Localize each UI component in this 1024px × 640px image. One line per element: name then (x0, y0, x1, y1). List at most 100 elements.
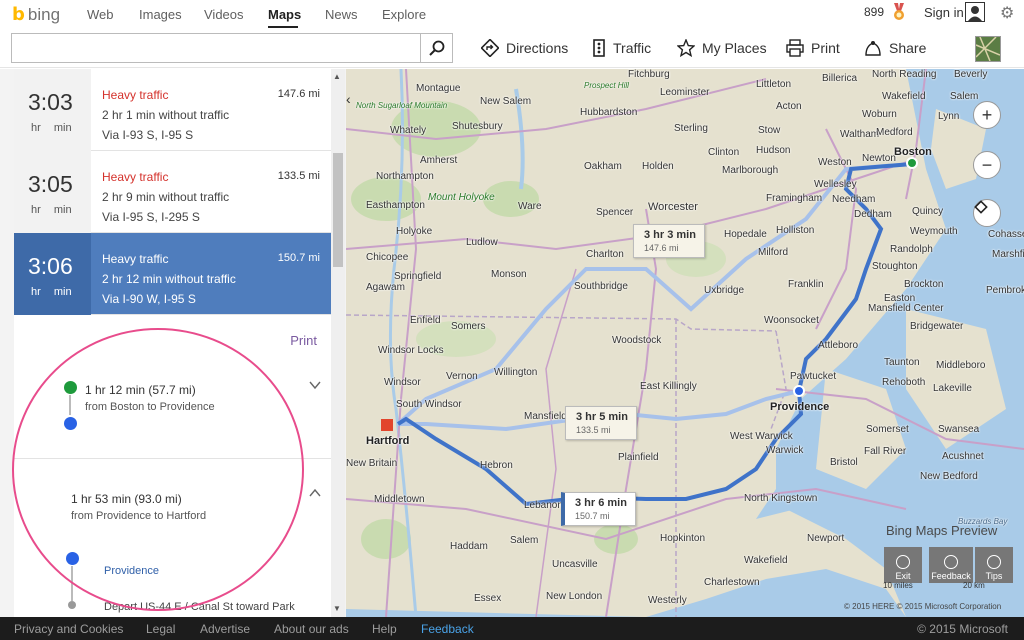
chevron-down-icon[interactable] (309, 379, 321, 391)
route-via: Via I-95 S, I-295 S (102, 210, 200, 224)
map-label: Plainfield (618, 452, 659, 463)
locate-me-button[interactable] (973, 199, 1001, 227)
map-label: Wellesley (814, 179, 857, 190)
map-label: Lebanon (524, 500, 563, 511)
start-map-marker-icon[interactable] (906, 157, 918, 169)
map-label: Easthampton (366, 200, 425, 211)
map-label: Randolph (890, 244, 933, 255)
traffic-status: Heavy traffic (102, 170, 169, 184)
nav-images[interactable]: Images (139, 7, 182, 22)
rewards-medal-icon[interactable] (892, 3, 906, 21)
nav-news[interactable]: News (325, 7, 358, 22)
tips-button[interactable]: Tips (975, 547, 1013, 583)
map-label: Amherst (420, 155, 458, 166)
map-label: Hebron (480, 460, 513, 471)
print-directions-link[interactable]: Print (290, 333, 317, 348)
print-button[interactable]: Print (786, 36, 840, 60)
map-label: Prospect Hill (584, 81, 629, 90)
panel-scrollbar-thumb[interactable] (333, 153, 343, 267)
map-label: New Salem (480, 96, 532, 107)
route-no-traffic-time: 2 hr 9 min without traffic (102, 190, 230, 204)
tips-icon (987, 555, 1001, 569)
footer-legal-link[interactable]: Legal (146, 622, 175, 636)
scroll-up-arrow-icon[interactable]: ▲ (333, 72, 341, 81)
footer-privacy-link[interactable]: Privacy and Cookies (14, 622, 123, 636)
route-via: Via I-90 W, I-95 S (102, 292, 196, 306)
search-input[interactable] (11, 33, 421, 63)
collapse-panel-arrow-icon[interactable]: ‹ (346, 91, 351, 107)
panel-scrollbar[interactable] (331, 69, 345, 617)
footer-advertise-link[interactable]: Advertise (200, 622, 250, 636)
traffic-label: Traffic (613, 40, 652, 56)
map-label: Woburn (862, 109, 897, 120)
sign-in-link[interactable]: Sign in (924, 5, 964, 20)
map-label: Enfield (410, 315, 441, 326)
chevron-up-icon[interactable] (309, 487, 321, 499)
gear-icon[interactable]: ⚙ (1000, 3, 1014, 23)
map-label: Cohasset (988, 229, 1024, 240)
map-style-thumbnail[interactable] (975, 36, 1001, 62)
callout-time: 3 hr 5 min (576, 411, 628, 423)
map-label: Lakeville (933, 383, 972, 394)
map-label: Stoughton (872, 261, 918, 272)
leg-connector (71, 566, 73, 601)
zoom-in-button[interactable]: + (973, 101, 1001, 129)
nav-web[interactable]: Web (87, 7, 114, 22)
search-button[interactable] (420, 33, 453, 63)
bing-logo-icon: b (12, 4, 25, 25)
map-label: Littleton (756, 79, 792, 90)
map-label: Hartford (366, 435, 410, 447)
exit-button[interactable]: Exit (884, 547, 922, 583)
callout-time: 3 hr 6 min (575, 497, 627, 509)
route-callout-selected[interactable]: 3 hr 6 min 150.7 mi (561, 492, 636, 526)
route-leg[interactable]: 1 hr 12 min (57.7 mi) from Boston to Pro… (14, 359, 331, 459)
footer-feedback-link[interactable]: Feedback (421, 622, 474, 636)
map-label: Worcester (648, 201, 698, 213)
nav-videos[interactable]: Videos (204, 7, 244, 22)
map-label: West Warwick (730, 431, 793, 442)
feedback-button[interactable]: Feedback (929, 547, 973, 583)
share-button[interactable]: Share (864, 36, 926, 60)
waypoint-name[interactable]: Providence (104, 565, 159, 577)
map-label: Wakefield (882, 91, 926, 102)
avatar-icon[interactable] (965, 2, 985, 22)
callout-distance: 133.5 mi (576, 425, 611, 435)
traffic-button[interactable]: Traffic (592, 36, 651, 60)
footer-help-link[interactable]: Help (372, 622, 397, 636)
rewards-count[interactable]: 899 (864, 5, 884, 19)
directions-button[interactable]: Directions (481, 36, 568, 60)
map-label: Pembroke (986, 285, 1024, 296)
map-label: Marlborough (722, 165, 779, 176)
waypoint-map-marker-icon[interactable] (793, 385, 805, 397)
waypoint-marker-icon (66, 552, 79, 565)
share-label: Share (889, 40, 927, 56)
footer-about-ads-link[interactable]: About our ads (274, 622, 349, 636)
map-label: Mansfield Center (868, 303, 944, 314)
map-canvas[interactable]: Boston Providence Hartford Worcester Spr… (346, 69, 1024, 617)
map-label: Hopkinton (660, 533, 706, 544)
scroll-down-arrow-icon[interactable]: ▼ (333, 604, 341, 613)
map-label: New London (546, 591, 603, 602)
zoom-out-button[interactable]: − (973, 151, 1001, 179)
nav-maps[interactable]: Maps (268, 7, 301, 22)
traffic-status: Heavy traffic (102, 252, 169, 266)
direction-step[interactable]: Depart US-44 E / Canal St toward Park (104, 601, 295, 613)
map-label: Swansea (938, 424, 980, 435)
my-places-button[interactable]: My Places (677, 36, 767, 60)
star-icon (677, 39, 695, 57)
map-label: Easton (884, 293, 916, 304)
print-label: Print (811, 40, 840, 56)
route-callout[interactable]: 3 hr 5 min 133.5 mi (565, 406, 637, 440)
route-callout[interactable]: 3 hr 3 min 147.6 mi (633, 224, 705, 258)
route-option[interactable]: 3:03 hr min Heavy traffic 147.6 mi 2 hr … (14, 69, 331, 151)
bing-logo[interactable]: b bing (12, 4, 60, 25)
route-option[interactable]: 3:05 hr min Heavy traffic 133.5 mi 2 hr … (14, 151, 331, 233)
map-label: Vernon (446, 371, 478, 382)
route-option-selected[interactable]: 3:06 hr min Heavy traffic 150.7 mi 2 hr … (14, 233, 331, 315)
map-label: Oakham (584, 161, 622, 172)
map-label: Windsor Locks (378, 345, 444, 356)
nav-explore[interactable]: Explore (382, 7, 426, 22)
route-time-units: hr min (31, 204, 72, 216)
route-leg-expanded[interactable]: 1 hr 53 min (93.0 mi) from Providence to… (14, 461, 331, 613)
map-label: Acushnet (942, 451, 984, 462)
